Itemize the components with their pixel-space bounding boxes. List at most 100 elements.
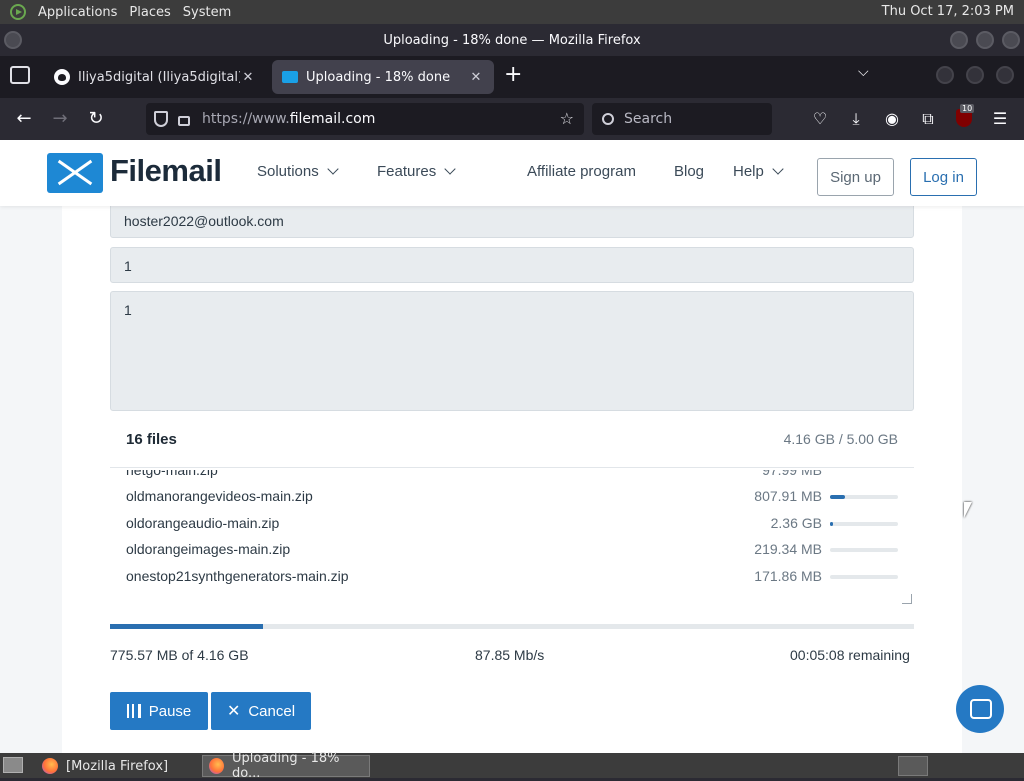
file-size: 219.34 MB [754, 541, 822, 557]
web-page: Filemail Solutions Features Affiliate pr… [0, 140, 1024, 753]
file-row: netgo-main.zip 97.99 MB [110, 470, 914, 484]
taskbar-item-uploading[interactable]: Uploading - 18% do... [202, 751, 370, 781]
nav-solutions[interactable]: Solutions [257, 163, 339, 180]
pause-label: Pause [148, 702, 192, 720]
panel-clock[interactable]: Thu Oct 17, 2:03 PM [882, 0, 1014, 24]
firefox-icon [209, 758, 224, 774]
url-text[interactable]: https://www.filemail.com [202, 111, 375, 127]
file-list[interactable]: netgo-main.zip 97.99 MB oldmanorangevide… [110, 470, 914, 606]
log-in-button[interactable]: Log in [910, 158, 977, 196]
file-progress-bar [830, 575, 898, 579]
taskbar-item-firefox[interactable]: [Mozilla Firefox] [36, 755, 196, 777]
nav-solutions-label: Solutions [257, 163, 319, 180]
reload-icon[interactable]: ↻ [84, 107, 108, 131]
forward-arrow-icon[interactable]: → [48, 107, 72, 131]
chat-support-icon[interactable] [956, 685, 1004, 733]
search-bar[interactable]: Search [592, 103, 772, 135]
bookmark-star-icon[interactable]: ☆ [560, 109, 574, 128]
search-icon [602, 113, 614, 125]
places-menu[interactable]: Places [123, 0, 176, 24]
site-header: Filemail Solutions Features Affiliate pr… [0, 140, 1024, 206]
ublock-badge: 10 [960, 104, 975, 113]
nav-blog[interactable]: Blog [674, 163, 704, 180]
downloads-icon[interactable]: ⤓ [846, 109, 866, 129]
padlock-icon[interactable] [178, 116, 190, 126]
window-titlebar[interactable]: Uploading - 18% done — Mozilla Firefox [0, 24, 1024, 56]
tab-close-icon[interactable]: ✕ [468, 70, 484, 85]
url-domain: filemail.com [289, 111, 376, 127]
file-name: oldmanorangevideos-main.zip [126, 488, 313, 504]
pocket-icon[interactable]: ♡ [810, 109, 830, 129]
file-name: oldorangeimages-main.zip [126, 541, 291, 557]
files-total-size: 4.16 GB / 5.00 GB [783, 431, 898, 447]
url-bar[interactable]: https://www.filemail.com ☆ [146, 103, 584, 135]
nav-features-label: Features [377, 163, 437, 180]
filemail-logo-icon[interactable] [47, 153, 103, 193]
sign-up-button[interactable]: Sign up [817, 158, 894, 196]
file-progress-bar [830, 548, 898, 552]
file-row: oldorangeimages-main.zip 219.34 MB [110, 537, 914, 563]
file-progress-bar [830, 522, 898, 526]
taskbar-item-label: [Mozilla Firefox] [66, 758, 169, 774]
list-all-tabs-chevron-icon[interactable]: ⌵ [858, 64, 869, 80]
window-control-icon [936, 66, 954, 84]
minimize-button[interactable] [950, 31, 968, 49]
window-menu-button[interactable] [4, 31, 22, 49]
file-size: 97.99 MB [762, 470, 822, 478]
window-control-icon [996, 66, 1014, 84]
file-progress-bar [830, 495, 898, 499]
file-progress-fill [830, 495, 845, 499]
new-tab-button[interactable]: + [504, 63, 522, 87]
resize-grip-icon[interactable] [902, 594, 912, 604]
extensions-icon[interactable]: ⧉ [918, 109, 938, 129]
account-icon[interactable]: ◉ [882, 109, 902, 129]
tray-firefox-icon[interactable] [898, 756, 928, 776]
tab-manager-icon[interactable] [10, 66, 30, 84]
filemail-icon [282, 71, 298, 83]
chevron-down-icon [444, 163, 456, 175]
file-progress-fill [830, 522, 834, 526]
site-logo-text[interactable]: Filemail [110, 153, 222, 189]
back-arrow-icon[interactable]: ← [12, 107, 36, 131]
nav-affiliate[interactable]: Affiliate program [527, 163, 636, 180]
tab-title: Uploading - 18% done [306, 69, 451, 85]
message-field[interactable]: 1 [110, 291, 914, 411]
tab-close-icon[interactable]: ✕ [240, 70, 256, 85]
tab-uploading[interactable]: Uploading - 18% done ✕ [272, 60, 494, 94]
file-size: 807.91 MB [754, 488, 822, 504]
nav-help[interactable]: Help [733, 163, 784, 180]
window-title: Uploading - 18% done — Mozilla Firefox [383, 32, 641, 48]
firefox-icon [42, 758, 58, 774]
file-row: oldmanorangevideos-main.zip 807.91 MB [110, 484, 914, 510]
file-size: 2.36 GB [770, 515, 822, 531]
cancel-button[interactable]: ✕ Cancel [211, 692, 311, 730]
files-count: 16 files [126, 431, 177, 448]
tab-title: Iliya5digital (Iliya5digital) / R [78, 69, 240, 85]
navigation-toolbar: ← → ↻ https://www.filemail.com ☆ Search … [0, 98, 1024, 140]
tracking-protection-shield-icon[interactable] [154, 111, 168, 127]
file-name: netgo-main.zip [126, 470, 218, 478]
system-top-panel: Applications Places System Thu Oct 17, 2… [0, 0, 1024, 24]
file-size: 171.86 MB [754, 568, 822, 584]
distro-logo-icon[interactable] [10, 4, 26, 20]
close-icon: ✕ [226, 703, 241, 720]
github-icon [54, 69, 70, 85]
hamburger-menu-icon[interactable]: ☰ [990, 109, 1010, 129]
maximize-button[interactable] [976, 31, 994, 49]
chevron-down-icon [327, 163, 339, 175]
subject-field[interactable]: 1 [110, 247, 914, 283]
file-name: oldorangeaudio-main.zip [126, 515, 280, 531]
applications-menu[interactable]: Applications [32, 0, 123, 24]
search-placeholder: Search [624, 111, 673, 127]
show-desktop-icon[interactable] [3, 757, 23, 773]
transferred-amount: 775.57 MB of 4.16 GB [110, 647, 249, 663]
files-header: 16 files 4.16 GB / 5.00 GB [110, 420, 914, 468]
close-window-button[interactable] [1002, 31, 1020, 49]
window-control-icon [966, 66, 984, 84]
tab-github[interactable]: Iliya5digital (Iliya5digital) / R ✕ [44, 60, 266, 94]
system-menu[interactable]: System [177, 0, 237, 24]
file-name: onestop21synthgenerators-main.zip [126, 568, 349, 584]
pause-button[interactable]: Pause [110, 692, 208, 730]
taskbar-item-label: Uploading - 18% do... [231, 751, 340, 781]
nav-features[interactable]: Features [377, 163, 456, 180]
